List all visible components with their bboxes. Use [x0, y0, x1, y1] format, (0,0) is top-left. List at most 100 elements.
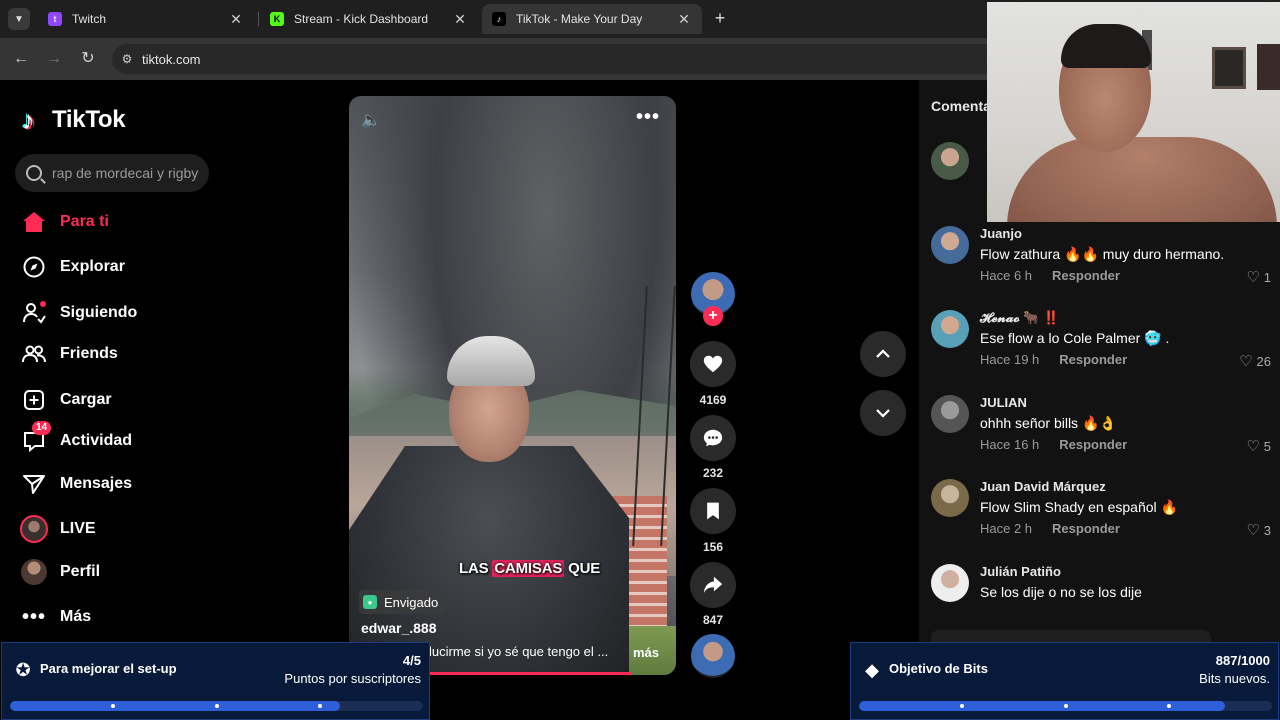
- progress-tick: [111, 704, 115, 708]
- video-author[interactable]: edwar_.888: [361, 620, 437, 636]
- description-more-link[interactable]: más: [633, 645, 659, 660]
- save-count: 156: [702, 540, 724, 554]
- widget-progress-fill: [10, 701, 341, 711]
- sidebar-item-explorar[interactable]: Explorar: [20, 251, 125, 283]
- commenter-avatar[interactable]: [931, 479, 969, 517]
- heart-outline-icon: ♡: [1246, 269, 1260, 286]
- search-input[interactable]: [52, 165, 202, 181]
- reply-button[interactable]: Responder: [1059, 437, 1127, 452]
- like-count: 4169: [699, 393, 727, 407]
- comment-meta: Hace 2 h Responder: [980, 521, 1120, 536]
- volume-icon[interactable]: 🔈: [361, 110, 385, 130]
- more-options-icon[interactable]: •••: [636, 106, 660, 129]
- friends-icon: [20, 340, 48, 368]
- comment-button[interactable]: [690, 415, 736, 461]
- progress-tick: [960, 704, 964, 708]
- sidebar-item-friends[interactable]: Friends: [20, 338, 118, 370]
- caption-highlight: CAMISAS: [492, 560, 565, 577]
- close-icon[interactable]: ✕: [228, 11, 244, 28]
- tab-kick-dashboard[interactable]: K Stream - Kick Dashboard ✕: [260, 4, 478, 34]
- commenter-name[interactable]: JULIAN: [980, 395, 1027, 410]
- sidebar-item-siguiendo[interactable]: Siguiendo: [20, 297, 137, 329]
- comment-icon: [703, 429, 723, 447]
- tiktok-icon: ♪: [492, 12, 506, 26]
- location-tag[interactable]: ● Envigado: [359, 590, 447, 614]
- progress-tick: [318, 704, 322, 708]
- commenter-avatar[interactable]: [931, 226, 969, 264]
- back-button[interactable]: ←: [10, 48, 32, 70]
- tiktok-logo[interactable]: ♪ TikTok: [22, 105, 126, 135]
- video-player[interactable]: 🔈 ••• LAS CAMISAS QUE ● Envigado edwar_.…: [349, 96, 676, 675]
- comment-text: Flow zathura 🔥🔥 muy duro hermano.: [980, 246, 1225, 262]
- sidebar-item-live[interactable]: LIVE: [20, 513, 96, 545]
- comment-like-button[interactable]: ♡ 3: [1246, 521, 1271, 539]
- sidebar-item-label: Más: [60, 608, 92, 625]
- tab-title: TikTok - Make Your Day: [516, 12, 643, 26]
- location-label: Envigado: [384, 594, 439, 610]
- sidebar-item-cargar[interactable]: Cargar: [20, 384, 112, 416]
- comment-like-button[interactable]: ♡ 26: [1239, 352, 1271, 370]
- sidebar-item-mas[interactable]: ••• Más: [20, 601, 91, 633]
- site-settings-icon[interactable]: ⚙: [112, 52, 142, 66]
- next-video-button[interactable]: [860, 390, 906, 436]
- reply-button[interactable]: Responder: [1052, 268, 1120, 283]
- url-text: tiktok.com: [142, 51, 201, 67]
- video-progress-bar[interactable]: [429, 672, 632, 675]
- heart-outline-icon: ♡: [1246, 438, 1260, 455]
- sidebar-item-actividad[interactable]: 14 Actividad: [20, 421, 132, 457]
- commenter-avatar[interactable]: [931, 310, 969, 348]
- previous-video-button[interactable]: [860, 331, 906, 377]
- sidebar-item-perfil[interactable]: Perfil: [20, 556, 100, 588]
- comment-meta: Hace 19 h Responder: [980, 352, 1127, 367]
- save-button[interactable]: [690, 488, 736, 534]
- new-tab-button[interactable]: +: [710, 8, 730, 28]
- commenter-name[interactable]: 𝓗𝓮𝓷𝓪𝓸 🐂 ‼️: [980, 310, 1059, 326]
- tiktok-icon: ♪: [22, 105, 35, 135]
- like-button[interactable]: [690, 341, 736, 387]
- sidebar-item-mensajes[interactable]: Mensajes: [20, 468, 132, 500]
- share-button[interactable]: [690, 562, 736, 608]
- follow-button[interactable]: +: [703, 306, 723, 326]
- comment-like-count: 5: [1263, 438, 1271, 454]
- bits-gem-icon: ◆: [865, 660, 879, 680]
- comment-text: ohhh señor bills 🔥👌: [980, 415, 1117, 431]
- sidebar-item-label: Explorar: [60, 258, 125, 275]
- close-icon[interactable]: ✕: [452, 11, 468, 28]
- widget-title: Objetivo de Bits: [889, 661, 988, 676]
- notification-dot: [40, 301, 46, 307]
- commenter-avatar[interactable]: [931, 395, 969, 433]
- live-icon: [20, 515, 48, 543]
- sidebar-item-para-ti[interactable]: Para ti: [20, 206, 109, 238]
- commenter-name[interactable]: Juanjo: [980, 226, 1022, 241]
- comment-like-button[interactable]: ♡ 1: [1246, 268, 1271, 286]
- comment-text: Ese flow a lo Cole Palmer 🥶 .: [980, 330, 1170, 346]
- search-icon: [26, 165, 42, 181]
- heart-outline-icon: ♡: [1239, 353, 1253, 370]
- address-bar[interactable]: ⚙ tiktok.com: [112, 44, 1012, 74]
- comment-like-button[interactable]: ♡ 5: [1246, 437, 1271, 455]
- forward-button[interactable]: →: [43, 48, 65, 70]
- home-icon: [20, 208, 48, 236]
- comment-item: Juan David Márquez Flow Slim Shady en es…: [931, 479, 1271, 559]
- tab-tiktok[interactable]: ♪ TikTok - Make Your Day ✕: [482, 4, 702, 34]
- tab-search-button[interactable]: ▼: [8, 8, 30, 30]
- arrow-right-icon: →: [46, 50, 62, 67]
- widget-progress-track: [859, 701, 1272, 711]
- comment-text: Flow Slim Shady en español 🔥: [980, 499, 1178, 515]
- commenter-name[interactable]: Juan David Márquez: [980, 479, 1106, 494]
- commenter-name[interactable]: Julián Patiño: [980, 564, 1061, 579]
- reply-button[interactable]: Responder: [1052, 521, 1120, 536]
- tab-twitch[interactable]: t Twitch ✕: [38, 4, 254, 34]
- comment-time: Hace 6 h: [980, 268, 1033, 283]
- webcam-streamer-hair: [1061, 24, 1151, 68]
- commenter-avatar[interactable]: [931, 142, 969, 180]
- close-icon[interactable]: ✕: [676, 11, 692, 28]
- reload-button[interactable]: ↻: [77, 48, 99, 70]
- comment-item: Juanjo Flow zathura 🔥🔥 muy duro hermano.…: [931, 226, 1271, 306]
- reply-button[interactable]: Responder: [1059, 352, 1127, 367]
- commenter-avatar[interactable]: [931, 564, 969, 602]
- comment-count: 232: [702, 466, 724, 480]
- widget-subtitle: Bits nuevos.: [1199, 671, 1270, 686]
- music-disc[interactable]: [691, 634, 735, 678]
- search-box[interactable]: [15, 154, 209, 192]
